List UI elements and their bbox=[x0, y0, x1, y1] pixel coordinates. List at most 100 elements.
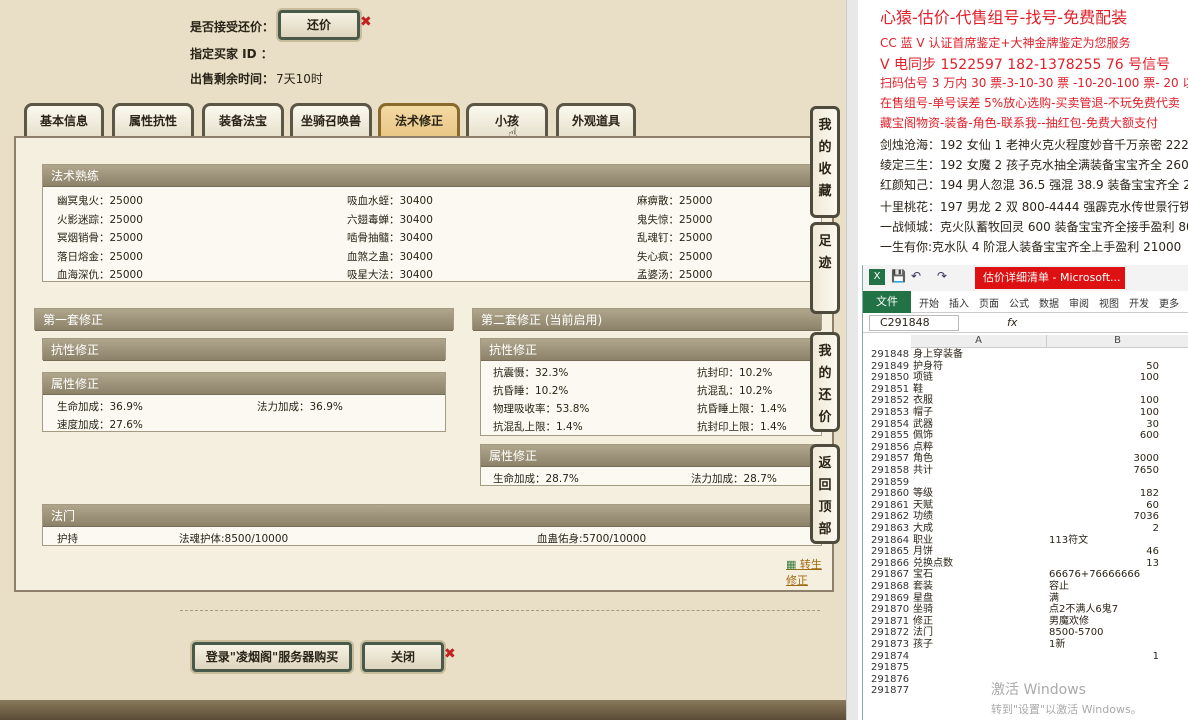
tab-equipment[interactable]: 装备法宝 bbox=[202, 103, 284, 137]
table-row[interactable]: 291864 职业 113符文 bbox=[863, 535, 1188, 547]
cell-a[interactable]: 鞋 bbox=[913, 384, 923, 396]
cell-b[interactable]: 100 bbox=[1049, 395, 1159, 407]
cell-a[interactable]: 身上穿装备 bbox=[913, 349, 963, 361]
cell-a[interactable]: 宝石 bbox=[913, 569, 933, 581]
table-row[interactable]: 291848 身上穿装备 bbox=[863, 349, 1188, 361]
table-row[interactable]: 291854 武器 30 bbox=[863, 419, 1188, 431]
table-row[interactable]: 291863 大成 2 bbox=[863, 523, 1188, 535]
cell-a[interactable]: 天赋 bbox=[913, 500, 933, 512]
ribbon-tab[interactable]: 视图 bbox=[1099, 295, 1119, 310]
table-row[interactable]: 291852 衣服 100 bbox=[863, 395, 1188, 407]
file-tab[interactable]: 文件 bbox=[863, 291, 911, 313]
cell-a[interactable]: 等级 bbox=[913, 488, 933, 500]
table-row[interactable]: 291875 bbox=[863, 662, 1188, 674]
table-row[interactable]: 291870 坐骑 点2不满人6鬼7 bbox=[863, 604, 1188, 616]
table-row[interactable]: 291862 功绩 7036 bbox=[863, 511, 1188, 523]
table-row[interactable]: 291861 天赋 60 bbox=[863, 500, 1188, 512]
cell-a[interactable]: 佩饰 bbox=[913, 430, 933, 442]
cell-a[interactable]: 护身符 bbox=[913, 361, 943, 373]
tab-child[interactable]: 小孩 bbox=[466, 103, 548, 137]
cell-b[interactable]: 点2不满人6鬼7 bbox=[1049, 604, 1159, 616]
cell-a[interactable]: 点粹 bbox=[913, 442, 933, 454]
my-favorites-button[interactable]: 我的收藏 bbox=[810, 106, 840, 218]
tab-spell-correction[interactable]: 法术修正 bbox=[378, 103, 460, 137]
table-row[interactable]: 291857 角色 3000 bbox=[863, 453, 1188, 465]
table-row[interactable]: 291867 宝石 66676+76666666 bbox=[863, 569, 1188, 581]
undo-icon[interactable]: ↶ bbox=[911, 269, 921, 283]
ribbon-tab[interactable]: 数据 bbox=[1039, 295, 1059, 310]
cell-b[interactable]: 7650 bbox=[1049, 465, 1159, 477]
ribbon-tab[interactable]: 插入 bbox=[949, 295, 969, 310]
tab-basic-info[interactable]: 基本信息 bbox=[24, 103, 104, 137]
back-to-top-button[interactable]: 返回顶部 bbox=[810, 444, 840, 544]
table-row[interactable]: 291869 星盘 满 bbox=[863, 593, 1188, 605]
table-row[interactable]: 291866 兑换点数 13 bbox=[863, 558, 1188, 570]
redo-icon[interactable]: ↷ bbox=[937, 269, 947, 283]
cell-b[interactable]: 100 bbox=[1049, 407, 1159, 419]
cell-b[interactable]: 1新 bbox=[1049, 639, 1159, 651]
transfer-correction-link[interactable]: ▦ 转生修正 bbox=[786, 556, 832, 588]
ribbon-tab[interactable]: 更多 bbox=[1159, 295, 1179, 310]
table-row[interactable]: 291855 佩饰 600 bbox=[863, 430, 1188, 442]
cell-b[interactable]: 66676+76666666 bbox=[1049, 569, 1159, 581]
ribbon-tab[interactable]: 开发 bbox=[1129, 295, 1149, 310]
cell-b[interactable]: 1 bbox=[1049, 651, 1159, 663]
table-row[interactable]: 291851 鞋 bbox=[863, 384, 1188, 396]
my-counter-offers-button[interactable]: 我的还价 bbox=[810, 332, 840, 432]
table-row[interactable]: 291856 点粹 bbox=[863, 442, 1188, 454]
cell-a[interactable]: 法门 bbox=[913, 627, 933, 639]
cell-a[interactable]: 项链 bbox=[913, 372, 933, 384]
save-icon[interactable]: 💾 bbox=[891, 269, 906, 283]
table-row[interactable]: 291860 等级 182 bbox=[863, 488, 1188, 500]
cell-b[interactable]: 113符文 bbox=[1049, 535, 1159, 547]
cell-a[interactable]: 大成 bbox=[913, 523, 933, 535]
column-header-b[interactable]: B bbox=[1047, 335, 1188, 348]
table-row[interactable]: 291868 套装 容止 bbox=[863, 581, 1188, 593]
cell-b[interactable]: 600 bbox=[1049, 430, 1159, 442]
table-row[interactable]: 291858 共计 7650 bbox=[863, 465, 1188, 477]
cell-a[interactable]: 星盘 bbox=[913, 593, 933, 605]
table-row[interactable]: 291849 护身符 50 bbox=[863, 361, 1188, 373]
table-row[interactable]: 291873 孩子 1新 bbox=[863, 639, 1188, 651]
cell-b[interactable]: 满 bbox=[1049, 593, 1159, 605]
table-row[interactable]: 291872 法门 8500-5700 bbox=[863, 627, 1188, 639]
tab-mounts-pets[interactable]: 坐骑召唤兽 bbox=[290, 103, 372, 137]
close-icon[interactable]: ✖ bbox=[444, 646, 456, 662]
cell-a[interactable]: 衣服 bbox=[913, 395, 933, 407]
cell-b[interactable]: 60 bbox=[1049, 500, 1159, 512]
ribbon-tab[interactable]: 开始 bbox=[919, 295, 939, 310]
cell-a[interactable]: 角色 bbox=[913, 453, 933, 465]
cell-a[interactable]: 功绩 bbox=[913, 511, 933, 523]
ribbon-tab[interactable]: 页面 bbox=[979, 295, 999, 310]
ribbon-tab[interactable]: 公式 bbox=[1009, 295, 1029, 310]
tab-attributes[interactable]: 属性抗性 bbox=[112, 103, 194, 137]
cell-b[interactable]: 容止 bbox=[1049, 581, 1159, 593]
cell-b[interactable]: 7036 bbox=[1049, 511, 1159, 523]
table-row[interactable]: 291850 项链 100 bbox=[863, 372, 1188, 384]
cell-b[interactable]: 3000 bbox=[1049, 453, 1159, 465]
table-row[interactable]: 291871 修正 男魔欢修 bbox=[863, 616, 1188, 628]
cell-a[interactable]: 月饼 bbox=[913, 546, 933, 558]
cell-b[interactable]: 46 bbox=[1049, 546, 1159, 558]
ribbon-tab[interactable]: 审阅 bbox=[1069, 295, 1089, 310]
cell-b[interactable]: 2 bbox=[1049, 523, 1159, 535]
cell-a[interactable]: 共计 bbox=[913, 465, 933, 477]
cell-b[interactable]: 50 bbox=[1049, 361, 1159, 373]
name-box[interactable]: C291848 bbox=[869, 315, 959, 331]
cell-b[interactable]: 182 bbox=[1049, 488, 1159, 500]
cell-b[interactable]: 8500-5700 bbox=[1049, 627, 1159, 639]
cell-a[interactable]: 套装 bbox=[913, 581, 933, 593]
table-row[interactable]: 291865 月饼 46 bbox=[863, 546, 1188, 558]
footprint-button[interactable]: 足迹 bbox=[810, 222, 840, 314]
column-header-a[interactable]: A bbox=[911, 335, 1047, 348]
close-icon[interactable]: ✖ bbox=[360, 14, 372, 30]
cell-b[interactable]: 男魔欢修 bbox=[1049, 616, 1159, 628]
cell-b[interactable]: 13 bbox=[1049, 558, 1159, 570]
cell-a[interactable]: 职业 bbox=[913, 535, 933, 547]
table-row[interactable]: 291853 帽子 100 bbox=[863, 407, 1188, 419]
cell-a[interactable]: 坐骑 bbox=[913, 604, 933, 616]
cell-a[interactable]: 帽子 bbox=[913, 407, 933, 419]
table-row[interactable]: 291874 1 bbox=[863, 651, 1188, 663]
login-buy-button[interactable]: 登录"凌烟阁"服务器购买 bbox=[192, 642, 352, 672]
counter-offer-button[interactable]: 还价 bbox=[278, 10, 360, 40]
